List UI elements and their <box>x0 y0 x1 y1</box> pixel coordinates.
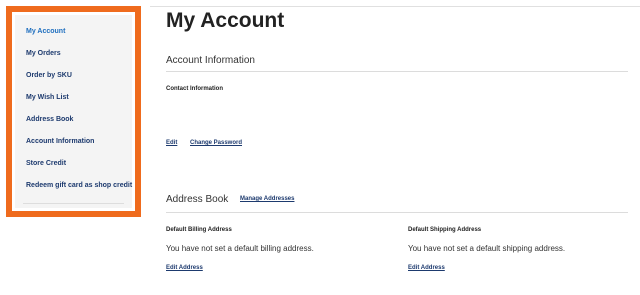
sidebar-item-my-wish-list[interactable]: My Wish List <box>26 94 69 101</box>
sidebar-item-account-information[interactable]: Account Information <box>26 138 94 145</box>
address-book-heading: Address Book <box>166 194 229 205</box>
default-billing-text: You have not set a default billing addre… <box>166 244 314 253</box>
sidebar-item-order-by-sku[interactable]: Order by SKU <box>26 72 72 79</box>
address-book-divider <box>166 212 628 213</box>
page-title: My Account <box>166 9 285 32</box>
account-sidebar: My Account My Orders Order by SKU My Wis… <box>6 6 141 217</box>
sidebar-nav-list: My Account My Orders Order by SKU My Wis… <box>15 15 132 208</box>
change-password-link[interactable]: Change Password <box>190 140 242 146</box>
sidebar-item-address-book[interactable]: Address Book <box>26 116 73 123</box>
sidebar-item-store-credit[interactable]: Store Credit <box>26 160 66 167</box>
sidebar-divider <box>23 203 124 204</box>
contact-information-label: Contact Information <box>166 86 223 92</box>
default-shipping-label: Default Shipping Address <box>408 227 482 233</box>
sidebar-item-my-orders[interactable]: My Orders <box>26 50 61 57</box>
account-information-heading: Account Information <box>166 55 255 66</box>
manage-addresses-link[interactable]: Manage Addresses <box>240 196 294 202</box>
edit-account-link[interactable]: Edit <box>166 140 177 146</box>
default-billing-label: Default Billing Address <box>166 227 232 233</box>
account-information-divider <box>166 71 628 72</box>
edit-billing-address-link[interactable]: Edit Address <box>166 265 203 271</box>
sidebar-item-my-account[interactable]: My Account <box>26 28 65 35</box>
top-divider <box>150 6 640 7</box>
default-shipping-text: You have not set a default shipping addr… <box>408 244 566 253</box>
edit-shipping-address-link[interactable]: Edit Address <box>408 265 445 271</box>
sidebar-item-redeem-gift-card[interactable]: Redeem gift card as shop credit <box>26 182 132 189</box>
